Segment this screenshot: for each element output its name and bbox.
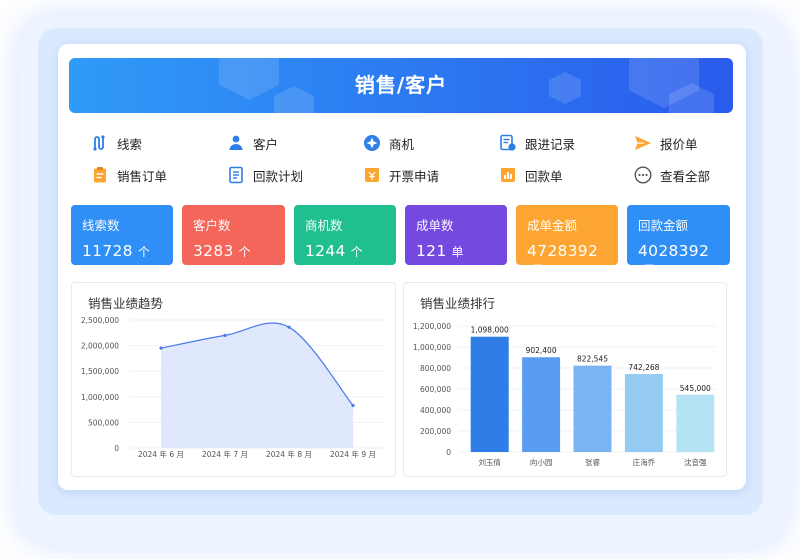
y-tick-label: 600,000 [420,385,451,394]
clue-icon [93,135,105,151]
nav-item-label: 客户 [253,136,279,152]
y-tick-label: 2,500,000 [81,316,119,325]
y-tick-label: 200,000 [420,427,451,436]
nav-item-followup-records[interactable]: 跟进记录 [499,131,575,155]
y-tick-label: 1,200,000 [413,322,451,331]
x-tick-label: 刘玉倩 [478,457,501,467]
stat-card-opportunities[interactable]: 商机数 1244 个 [294,205,396,265]
compass-icon [364,135,380,151]
bar-value-label: 902,400 [526,346,557,355]
y-tick-label: 0 [446,448,451,457]
stat-card-deal-amount[interactable]: 成单金额 4728392 元 [516,205,618,277]
stat-unit: 元 [643,263,656,277]
sales-ranking-chart: 1,200,000 1,000,000 800,000 600,000 400,000 2… [413,322,716,467]
nav-item-invoice-requests[interactable]: 开票申请 [363,163,439,187]
nav-item-label: 报价单 [660,136,698,152]
y-tick-label: 2,000,000 [81,342,119,351]
stat-value: 11728 [82,242,133,260]
invoice-icon [365,168,379,182]
nav-item-payment-plan[interactable]: 回款计划 [227,163,303,187]
nav-item-label: 商机 [389,136,415,152]
stat-value: 1244 [305,242,346,260]
document-icon [229,166,243,184]
clipboard-icon [94,167,106,183]
x-tick-label: 2024 年 7 月 [202,449,248,459]
trend-point [159,346,163,350]
stat-card-deals[interactable]: 成单数 121 单 [405,205,507,265]
nav-item-clues[interactable]: 线索 [91,131,142,155]
nav-item-label: 销售订单 [117,168,168,184]
nav-item-label: 线索 [117,136,143,152]
ranking-bar [573,365,612,452]
nav-item-view-all[interactable]: 查看全部 [634,163,710,187]
nav-item-label: 查看全部 [660,168,711,184]
trend-point [287,325,291,329]
ranking-bar [470,336,509,452]
bar-value-label: 545,000 [680,384,711,393]
stat-value: 121 [416,242,447,260]
nav-item-payment-receipts[interactable]: 回款单 [499,163,563,187]
nav-item-label: 跟进记录 [525,136,576,152]
stat-value: 4028392 [638,242,710,260]
nav-item-label: 开票申请 [389,168,440,184]
stat-value: 3283 [193,242,234,260]
sales-trend-panel: 销售业绩趋势 2,500,000 2,000,000 1,500,000 1,000,… [71,282,396,477]
y-tick-label: 1,000,000 [81,393,119,402]
page-title: 销售/客户 [354,73,448,97]
stat-unit: 个 [350,245,363,259]
stat-label: 回款金额 [638,218,689,233]
nav-item-quotes[interactable]: 报价单 [634,131,698,155]
ranking-bar [522,357,561,452]
x-tick-label: 张睿 [585,458,600,467]
person-icon [229,135,243,150]
header-banner: 销售/客户 [69,58,733,113]
stat-unit: 单 [451,245,464,259]
ranking-bar [624,374,663,452]
sales-trend-chart: 2,500,000 2,000,000 1,500,000 1,000,000 500,… [81,316,385,459]
x-tick-label: 庄海乔 [633,457,656,467]
trend-point [223,333,227,337]
stat-card-clues[interactable]: 线索数 11728 个 [71,205,173,265]
paper-plane-icon [635,136,651,150]
nav-item-label: 回款计划 [253,168,304,184]
stat-label: 成单数 [416,218,454,233]
bar-value-label: 1,098,000 [471,326,509,335]
stat-label: 成单金额 [527,218,578,233]
stat-label: 商机数 [305,218,343,233]
y-tick-label: 1,000,000 [413,343,451,352]
x-tick-label: 2024 年 9 月 [330,449,376,459]
stat-card-customers[interactable]: 客户数 3283 个 [182,205,285,265]
stat-unit: 个 [238,245,251,259]
x-tick-label: 沈音强 [684,457,707,467]
trend-point [351,403,355,408]
payment-receipt-icon [501,168,515,182]
bar-value-label: 822,545 [577,355,608,364]
stat-card-payment-amount[interactable]: 回款金额 4028392 元 [627,205,730,277]
x-tick-label: 2024 年 6 月 [138,449,184,459]
y-tick-label: 0 [114,444,119,453]
y-tick-label: 500,000 [88,418,119,427]
stat-unit: 元 [532,263,545,277]
y-tick-label: 1,500,000 [81,367,119,376]
x-tick-label: 2024 年 8 月 [266,449,312,459]
y-tick-label: 400,000 [420,406,451,415]
nav-item-customers[interactable]: 客户 [227,131,278,155]
followup-record-icon [500,134,516,151]
nav-item-sales-orders[interactable]: 销售订单 [91,163,167,187]
nav-item-opportunities[interactable]: 商机 [363,131,414,155]
stat-value: 4728392 [527,242,599,260]
ranking-bar [676,394,715,452]
stat-label: 线索数 [82,218,120,233]
bar-value-label: 742,268 [628,363,659,372]
x-tick-label: 向小园 [530,457,553,467]
nav-item-label: 回款单 [525,168,563,184]
more-icon [634,166,652,184]
y-tick-label: 800,000 [420,364,451,373]
sales-ranking-panel: 销售业绩排行 1,200,000 1,000,000 800,000 600,000 4… [403,282,727,477]
stat-label: 客户数 [193,218,231,233]
stat-unit: 个 [137,245,151,259]
